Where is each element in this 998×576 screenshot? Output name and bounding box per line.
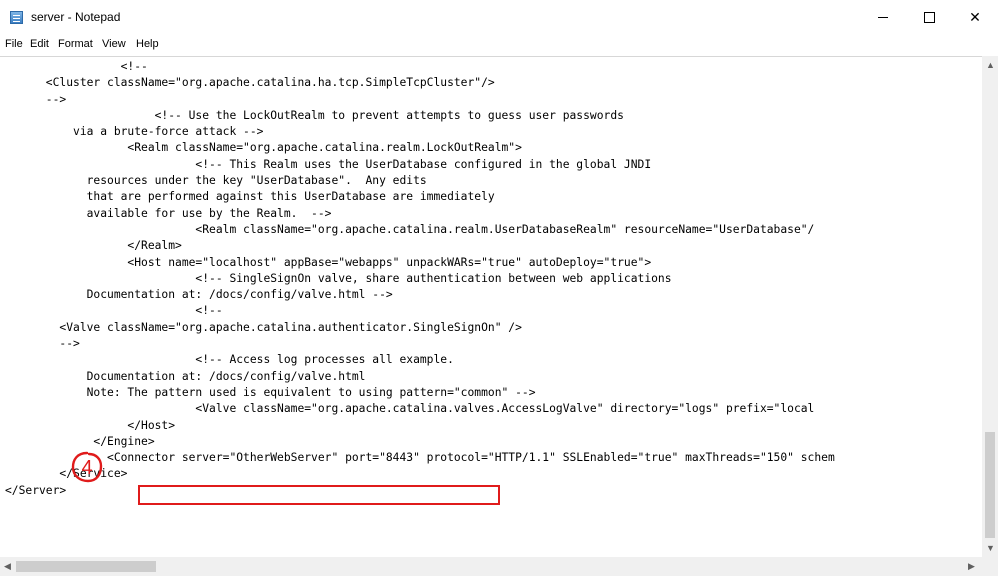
code-line: <!-- Use the LockOutRealm to prevent att… — [5, 108, 624, 122]
code-line: <Host name="localhost" appBase="webapps"… — [5, 255, 652, 269]
resize-grip[interactable] — [982, 557, 998, 576]
menu-format[interactable]: Format — [58, 38, 93, 50]
step-number-text: 4 — [81, 457, 92, 479]
vertical-scroll-thumb[interactable] — [985, 432, 995, 538]
vertical-scrollbar[interactable]: ▲ ▼ — [982, 56, 998, 557]
close-button[interactable]: ✕ — [952, 0, 998, 34]
code-line: --> — [5, 92, 67, 106]
horizontal-scrollbar[interactable]: ◀ ▶ — [0, 557, 982, 576]
maximize-button[interactable] — [906, 0, 952, 34]
minimize-button[interactable] — [860, 0, 906, 34]
code-line: <Cluster className="org.apache.catalina.… — [5, 76, 495, 90]
code-line: <Realm className="org.apache.catalina.re… — [5, 222, 815, 236]
scroll-down-icon[interactable]: ▼ — [986, 543, 995, 553]
code-line: --> — [5, 337, 80, 351]
code-line: available for use by the Realm. --> — [5, 206, 332, 220]
menu-bar: File Edit Format View Help — [0, 34, 998, 55]
code-line: </Service> — [5, 467, 128, 481]
menu-help[interactable]: Help — [136, 38, 159, 50]
window-title: server - Notepad — [31, 10, 121, 24]
code-line: that are performed against this UserData… — [5, 190, 495, 204]
code-line: resources under the key "UserDatabase". … — [5, 174, 427, 188]
close-icon: ✕ — [969, 8, 981, 25]
menu-file[interactable]: File — [5, 38, 23, 50]
menu-edit[interactable]: Edit — [30, 38, 49, 50]
code-line: via a brute-force attack --> — [5, 125, 264, 139]
maximize-icon — [923, 11, 935, 23]
code-line: <!-- Access log processes all example. — [5, 353, 454, 367]
scroll-up-icon[interactable]: ▲ — [986, 60, 995, 70]
code-line: <Valve className="org.apache.catalina.va… — [5, 402, 815, 416]
menu-view[interactable]: View — [102, 38, 126, 50]
code-line: </Engine> — [5, 434, 155, 448]
minimize-icon — [878, 16, 888, 18]
code-line: Documentation at: /docs/config/valve.htm… — [5, 369, 366, 383]
text-editor-area[interactable]: <!-- <Cluster className="org.apache.cata… — [0, 56, 982, 558]
title-bar: server - Notepad ✕ — [0, 0, 998, 34]
code-line: <!-- SingleSignOn valve, share authentic… — [5, 271, 672, 285]
document-text: <!-- <Cluster className="org.apache.cata… — [5, 59, 835, 499]
code-line: </Host> — [5, 418, 176, 432]
horizontal-scroll-thumb[interactable] — [16, 561, 156, 572]
code-line: </Realm> — [5, 239, 182, 253]
annotation-highlight-box — [138, 485, 500, 505]
code-line: <Connector server="OtherWebServer" port=… — [5, 451, 835, 465]
scroll-right-icon[interactable]: ▶ — [968, 561, 975, 572]
code-line: <!-- This Realm uses the UserDatabase co… — [5, 157, 652, 171]
notepad-app-icon — [10, 11, 23, 24]
code-line: <Valve className="org.apache.catalina.au… — [5, 320, 522, 334]
code-line: <!-- — [5, 304, 223, 318]
step-number-badge: 4 — [71, 451, 103, 483]
code-line: <!-- — [5, 60, 148, 73]
scroll-left-icon[interactable]: ◀ — [4, 561, 11, 572]
code-line: Note: The pattern used is equivalent to … — [5, 385, 536, 399]
code-line: Documentation at: /docs/config/valve.htm… — [5, 288, 393, 302]
code-line: <Realm className="org.apache.catalina.re… — [5, 141, 522, 155]
